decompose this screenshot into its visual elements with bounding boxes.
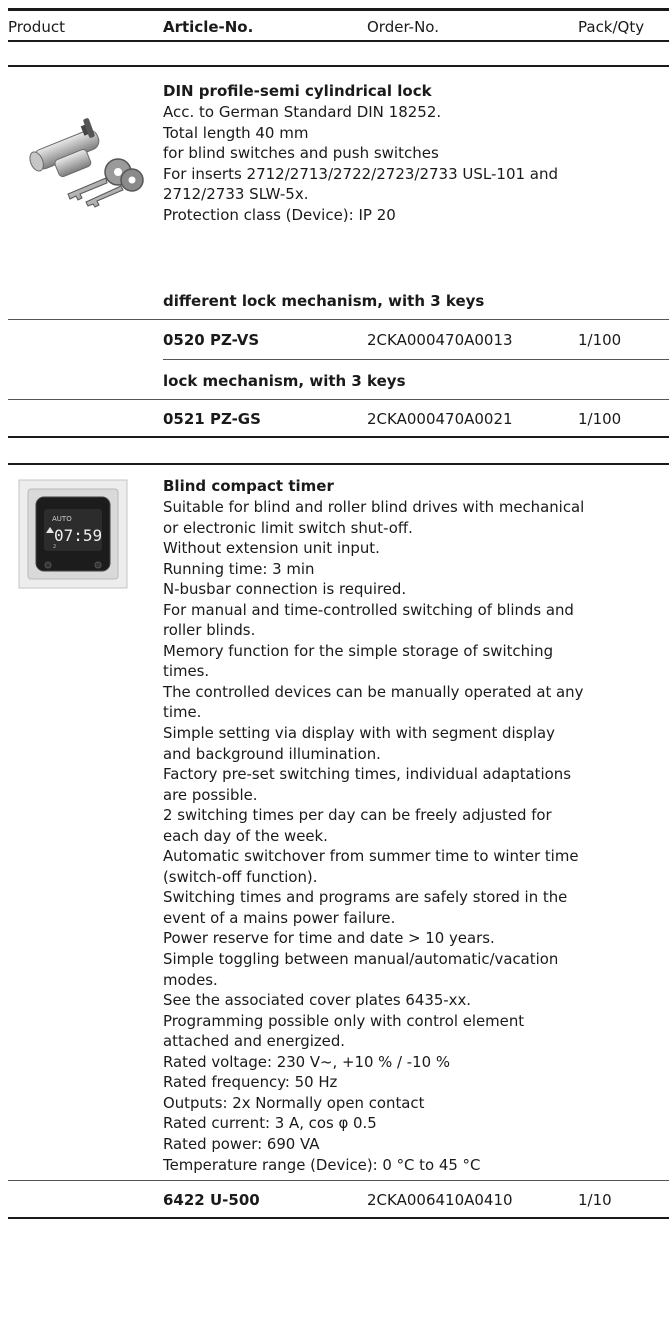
description-line: Power reserve for time and date > 10 yea… <box>163 929 495 948</box>
section-divider <box>8 463 669 465</box>
header-bottom-rule <box>8 40 669 42</box>
description-line: Protection class (Device): IP 20 <box>163 205 396 224</box>
description-line: Rated current: 3 A, cos φ 0.5 <box>163 1114 377 1133</box>
description-line: attached and energized. <box>163 1032 346 1051</box>
description-line: time. <box>163 703 202 722</box>
description-line: event of a mains power failure. <box>163 908 396 927</box>
product-description-lock: Acc. to German Standard DIN 18252. Total… <box>163 102 558 225</box>
description-line: Rated power: 690 VA <box>163 1134 320 1153</box>
description-line: Automatic switchover from summer time to… <box>163 847 579 866</box>
description-line: Suitable for blind and roller blind driv… <box>163 498 585 516</box>
description-line: or electronic limit switch shut-off. <box>163 518 413 537</box>
description-line: and background illumination. <box>163 744 381 763</box>
column-header-product: Product <box>8 18 65 36</box>
description-line: Memory function for the simple storage o… <box>163 641 554 660</box>
column-header-pack: Pack/Qty <box>578 18 645 36</box>
description-line: for blind switches and push switches <box>163 144 439 162</box>
description-line: For manual and time-controlled switching… <box>163 600 574 619</box>
cylinder-lock-image <box>10 108 150 208</box>
description-line: Running time: 3 min <box>163 559 315 578</box>
description-line: The controlled devices can be manually o… <box>163 682 584 701</box>
section-end-rule <box>8 1217 669 1219</box>
description-line: each day of the week. <box>163 826 328 845</box>
order-number: 2CKA006410A0410 <box>367 1191 513 1209</box>
article-number: 6422 U-500 <box>163 1191 260 1209</box>
pack-quantity: 1/100 <box>578 410 622 428</box>
description-line: modes. <box>163 970 218 989</box>
section-divider <box>8 65 669 67</box>
description-line: Acc. to German Standard DIN 18252. <box>163 103 442 121</box>
description-line: Rated voltage: 230 V~, +10 % / -10 % <box>163 1052 450 1071</box>
description-line: Temperature range (Device): 0 °C to 45 °… <box>163 1155 481 1174</box>
order-number: 2CKA000470A0021 <box>367 410 513 428</box>
description-line: are possible. <box>163 785 258 804</box>
timer-display-label: AUTO <box>52 515 72 523</box>
description-line: Programming possible only with control e… <box>163 1011 525 1030</box>
description-line: 2712/2733 SLW-5x. <box>163 185 309 203</box>
svg-text:2: 2 <box>53 544 56 550</box>
blind-timer-image: AUTO 07:59 2 <box>18 479 128 589</box>
table-top-rule <box>8 8 669 11</box>
description-line: times. <box>163 662 210 681</box>
product-title-timer: Blind compact timer <box>163 477 334 495</box>
variant-subtitle: different lock mechanism, with 3 keys <box>163 292 485 310</box>
pack-quantity: 1/100 <box>578 331 622 349</box>
description-line: N-busbar connection is required. <box>163 580 407 599</box>
description-line: Simple setting via display with with seg… <box>163 724 555 743</box>
article-number: 0521 PZ-GS <box>163 410 261 428</box>
description-line: For inserts 2712/2713/2722/2723/2733 USL… <box>163 164 559 183</box>
description-line: Switching times and programs are safely … <box>163 888 568 907</box>
description-line: Rated frequency: 50 Hz <box>163 1073 338 1092</box>
description-line: Without extension unit input. <box>163 539 380 558</box>
article-number: 0520 PZ-VS <box>163 331 260 349</box>
row-rule <box>8 319 669 320</box>
timer-display-time: 07:59 <box>54 526 102 545</box>
row-rule <box>8 1180 669 1181</box>
order-number: 2CKA000470A0013 <box>367 331 513 349</box>
description-line: Outputs: 2x Normally open contact <box>163 1093 425 1112</box>
pack-quantity: 1/10 <box>578 1191 612 1209</box>
product-title-lock: DIN profile-semi cylindrical lock <box>163 82 432 100</box>
row-rule <box>8 399 669 400</box>
description-line: Total length 40 mm <box>163 123 309 142</box>
description-line: 2 switching times per day can be freely … <box>163 806 552 825</box>
column-header-article: Article-No. <box>163 18 254 36</box>
column-header-order: Order-No. <box>367 18 439 36</box>
row-rule <box>163 359 669 360</box>
variant-subtitle: lock mechanism, with 3 keys <box>163 372 406 390</box>
product-description-timer: Suitable for blind and roller blind driv… <box>163 497 584 1175</box>
description-line: Factory pre-set switching times, individ… <box>163 765 571 784</box>
description-line: (switch-off function). <box>163 867 318 886</box>
description-line: Simple toggling between manual/automatic… <box>163 950 559 969</box>
description-line: roller blinds. <box>163 621 256 640</box>
section-end-rule <box>8 436 669 438</box>
description-line: See the associated cover plates 6435-xx. <box>163 991 472 1010</box>
